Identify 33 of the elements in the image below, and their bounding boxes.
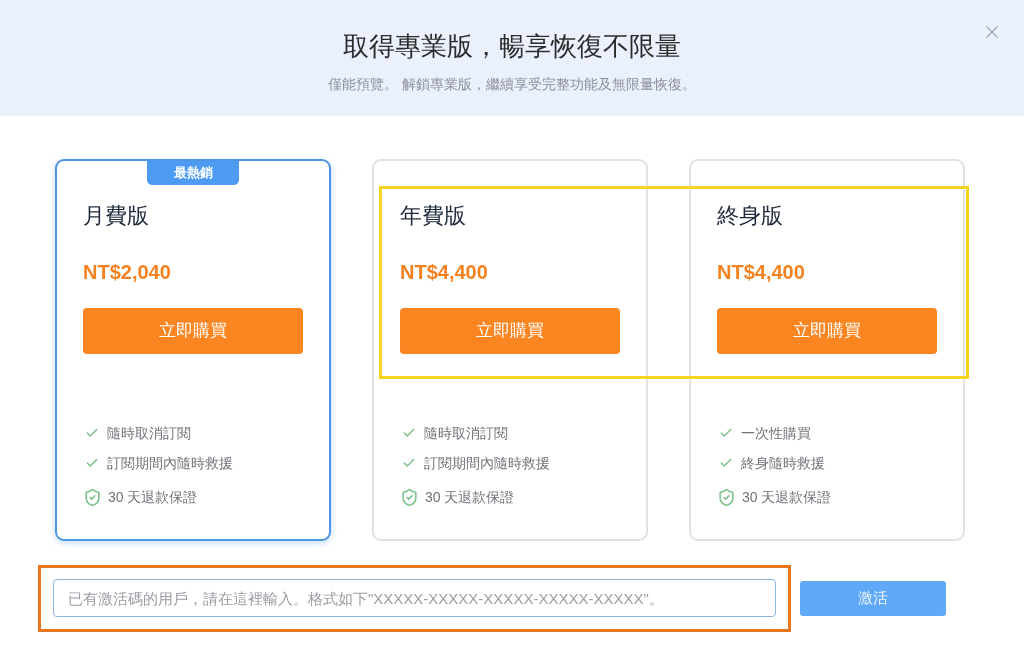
feature-text: 隨時取消訂閱 bbox=[107, 424, 191, 443]
plan-card[interactable]: 最熱銷 月費版 NT$2,040 立即購買 隨時取消訂閱 訂閱期間內隨時救援 30 天退款保證 bbox=[55, 159, 331, 541]
check-icon bbox=[85, 456, 99, 470]
plan-card[interactable]: 年費版 NT$4,400 立即購買 隨時取消訂閱 訂閱期間內隨時救援 30 天退款保證 bbox=[372, 159, 648, 541]
shield-check-icon bbox=[83, 487, 102, 507]
feature-text: 30 天退款保證 bbox=[742, 488, 832, 507]
feature-text: 訂閱期間內隨時救援 bbox=[107, 454, 233, 473]
plan-name: 年費版 bbox=[400, 203, 467, 229]
dialog-title: 取得專業版，暢享恢復不限量 bbox=[343, 30, 681, 62]
plan-price: NT$4,400 bbox=[717, 260, 806, 284]
buy-now-button[interactable]: 立即購買 bbox=[400, 308, 620, 354]
feature-text: 30 天退款保證 bbox=[425, 488, 515, 507]
plan-card[interactable]: 終身版 NT$4,400 立即購買 一次性購買 終身隨時救援 30 天退款保證 bbox=[689, 159, 965, 541]
buy-now-button[interactable]: 立即購買 bbox=[717, 308, 937, 354]
shield-check-icon bbox=[400, 487, 419, 507]
best-seller-badge: 最熱銷 bbox=[147, 161, 239, 185]
check-icon bbox=[85, 426, 99, 440]
check-icon bbox=[402, 426, 416, 440]
feature-text: 一次性購買 bbox=[741, 424, 811, 443]
plan-name: 終身版 bbox=[717, 203, 784, 229]
check-icon bbox=[402, 456, 416, 470]
feature-text: 30 天退款保證 bbox=[108, 488, 198, 507]
check-icon bbox=[719, 456, 733, 470]
plan-price: NT$2,040 bbox=[83, 260, 172, 284]
plan-price: NT$4,400 bbox=[400, 260, 489, 284]
dialog-subtitle: 僅能預覽。 解鎖專業版，繼續享受完整功能及無限量恢復。 bbox=[328, 75, 696, 94]
check-icon bbox=[719, 426, 733, 440]
shield-check-icon bbox=[717, 487, 736, 507]
feature-text: 隨時取消訂閱 bbox=[424, 424, 508, 443]
buy-now-button[interactable]: 立即購買 bbox=[83, 308, 303, 354]
feature-text: 終身隨時救援 bbox=[741, 454, 825, 473]
feature-text: 訂閱期間內隨時救援 bbox=[424, 454, 550, 473]
plan-name: 月費版 bbox=[83, 203, 150, 229]
